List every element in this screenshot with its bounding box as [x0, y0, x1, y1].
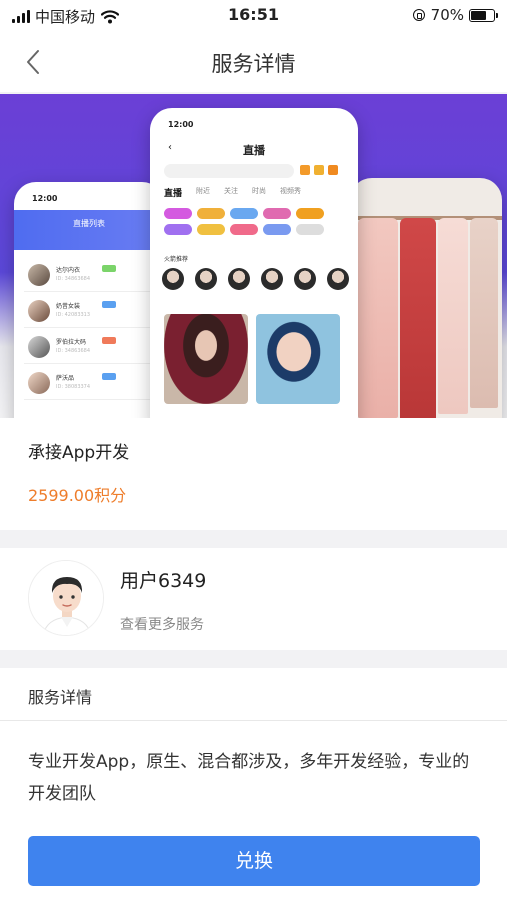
page-title: 服务详情 [211, 52, 296, 76]
detail-description: 专业开发App，原生、混合都涉及，多年开发经验，专业的开发团队 [28, 752, 470, 804]
user-avatar-icon [29, 561, 103, 635]
mockup-phone-right [350, 178, 502, 418]
product-title: 承接App开发 [28, 443, 130, 463]
status-bar: 中国移动 16:51 70% [0, 0, 507, 32]
status-right: 70% [412, 6, 498, 24]
view-more-services-link[interactable]: 查看更多服务 [120, 614, 204, 634]
mockup-list-item: 罗伯拉大码 ID: 34863684 [24, 330, 154, 364]
seller-name: 用户6349 [120, 570, 207, 592]
mockup-phone-left: 12:00 直播列表 达尔内衣 ID: 34863684 奶昔女装 ID: 4208… [14, 182, 164, 418]
battery-percent: 70% [430, 6, 464, 24]
service-banner-image: 12:00 直播列表 达尔内衣 ID: 34863684 奶昔女装 ID: 4208… [0, 94, 507, 418]
mockup-tabs: 直播 附近 关注 时尚 视频秀 [164, 187, 302, 199]
orientation-lock-icon [412, 9, 425, 21]
product-info: 承接App开发 2599.00积分 [0, 418, 507, 530]
mockup-list-item: 萨沃品 ID: 38083374 [24, 366, 154, 400]
nav-bar: 服务详情 [0, 32, 507, 92]
mockup-header: 直播列表 [14, 210, 164, 250]
mockup-list-item: 奶昔女装 ID: 42083313 [24, 294, 154, 328]
seller-card[interactable]: 用户6349 查看更多服务 [0, 548, 507, 650]
detail-heading: 服务详情 [28, 688, 93, 707]
mockup-center-title: 直播 [243, 144, 265, 157]
battery-icon [469, 8, 498, 22]
mockup-time: 12:00 [32, 194, 58, 203]
exchange-button[interactable]: 兑换 [28, 836, 480, 886]
mockup-section-label: 火箭推荐 [164, 256, 189, 263]
avatar[interactable] [28, 560, 104, 636]
mockup-left-title: 直播列表 [73, 219, 105, 228]
mockup-phone-center: 12:00 ‹ 直播 直播 附近 关注 时尚 视频秀 火箭推荐 [150, 108, 358, 418]
product-price: 2599.00积分 [28, 486, 127, 505]
mockup-time: 12:00 [168, 120, 194, 129]
divider [0, 720, 507, 721]
mockup-list-item: 达尔内衣 ID: 34863684 [24, 258, 154, 292]
